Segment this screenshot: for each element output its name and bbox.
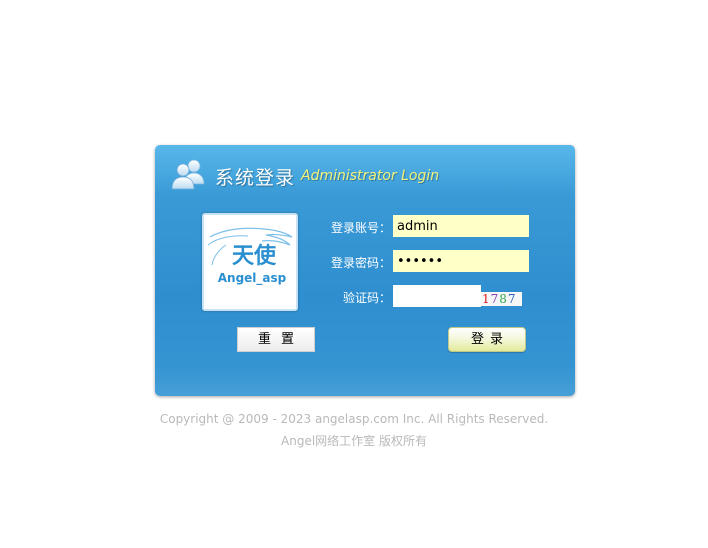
captcha-digit: 7 bbox=[507, 292, 517, 306]
page-title-cn: 系统登录 bbox=[215, 167, 296, 189]
page-title-en: Administrator Login bbox=[301, 168, 440, 184]
password-input[interactable] bbox=[393, 250, 529, 272]
login-panel: 系统登录 Administrator Login 天使 Angel_asp 登录… bbox=[155, 145, 575, 396]
captcha-image[interactable]: 1787 bbox=[481, 292, 522, 306]
angel-logo-icon: 天使 Angel_asp bbox=[207, 227, 293, 286]
password-label: 登录密码： bbox=[330, 256, 391, 270]
logo-text-en: Angel_asp bbox=[218, 271, 287, 286]
users-icon bbox=[171, 159, 205, 190]
copyright-text: Copyright @ 2009 - 2023 angelasp.com Inc… bbox=[159, 412, 549, 426]
captcha-input[interactable] bbox=[393, 285, 481, 307]
studio-text: Angel网络工作室 版权所有 bbox=[281, 434, 427, 448]
logo: 天使 Angel_asp bbox=[202, 213, 298, 311]
captcha-label: 验证码： bbox=[342, 291, 391, 305]
logo-text-cn: 天使 bbox=[232, 244, 277, 269]
captcha-digit: 1 bbox=[482, 292, 491, 306]
login-button[interactable]: 登录 bbox=[448, 327, 526, 352]
account-input[interactable] bbox=[393, 215, 529, 237]
reset-button[interactable]: 重置 bbox=[237, 327, 315, 352]
account-label: 登录账号： bbox=[330, 221, 391, 235]
captcha-digit: 7 bbox=[490, 292, 500, 306]
captcha-digit: 8 bbox=[499, 292, 508, 306]
